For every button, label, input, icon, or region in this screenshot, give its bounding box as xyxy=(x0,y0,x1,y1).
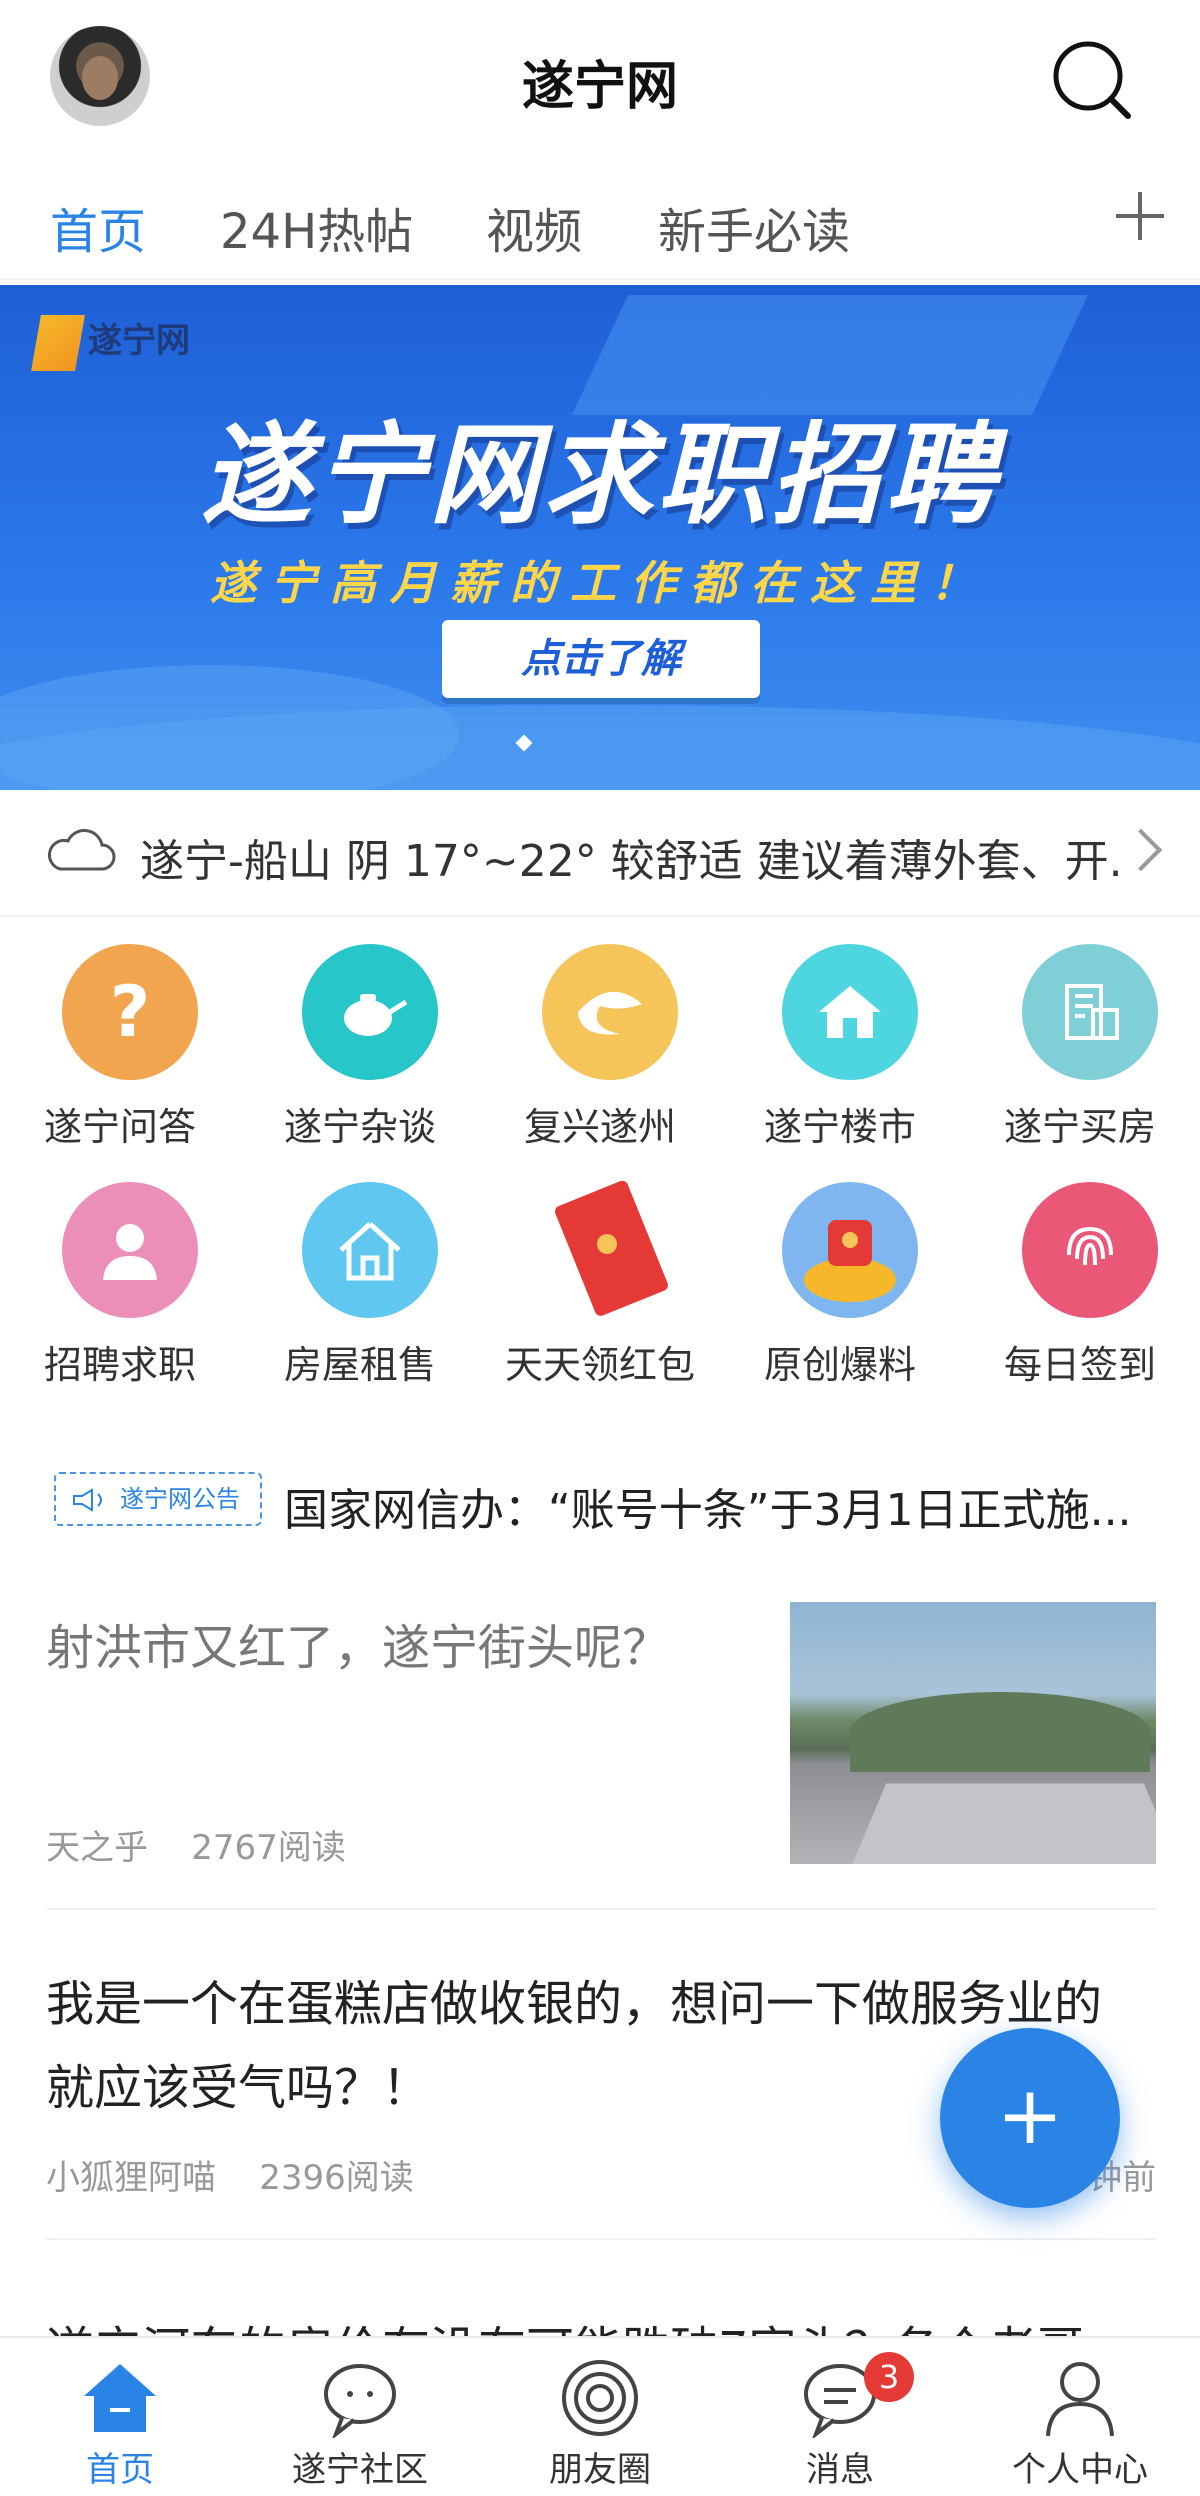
grid-item-red-envelope[interactable]: 天天领红包 xyxy=(490,1168,710,1388)
weather-bar[interactable]: 遂宁-船山 阴 17°~22° 较舒适 建议着薄外套、开... xyxy=(0,795,1200,917)
grid-item-label: 复兴遂州 xyxy=(523,1105,676,1149)
compose-fab-button[interactable]: + xyxy=(940,2028,1120,2208)
grid-item-jobs[interactable]: 招聘求职 xyxy=(10,1168,230,1388)
flag-glyph xyxy=(578,991,642,1035)
feed-item-meta: 小狐狸阿喵 2396阅读 xyxy=(46,2150,414,2199)
grid-item-label: 遂宁杂谈 xyxy=(283,1105,436,1149)
red-envelope-icon xyxy=(542,1180,678,1318)
plus-icon[interactable] xyxy=(1112,188,1168,244)
grid-item-label: 天天领红包 xyxy=(504,1343,695,1387)
fingerprint-glyph xyxy=(1067,1226,1113,1266)
feed-item-author: 小狐狸阿喵 xyxy=(46,2158,216,2198)
grid-item-daily-checkin[interactable]: 每日签到 xyxy=(970,1168,1190,1388)
flag-icon xyxy=(542,944,678,1080)
category-grid: ? 遂宁问答 遂宁杂谈 复兴遂州 遂宁楼市 遂宁买房 招聘求职 房屋租售 天天领… xyxy=(0,930,1200,1400)
grid-item-qa[interactable]: ? 遂宁问答 xyxy=(10,930,230,1150)
grid-item-property[interactable]: 遂宁楼市 xyxy=(730,930,950,1150)
banner-subtitle: 遂宁高月薪的工作都在这里！ xyxy=(210,556,990,610)
chat-bubble-icon xyxy=(324,2364,396,2438)
home-outline-glyph xyxy=(339,1222,401,1281)
app-title: 遂宁网 xyxy=(521,57,678,117)
grid-item-label: 每日签到 xyxy=(1003,1343,1156,1387)
tab-24h-hot[interactable]: 24H热帖 xyxy=(220,192,413,262)
tab-newbie-guide[interactable]: 新手必读 xyxy=(658,192,850,262)
grid-item-buy-house[interactable]: 遂宁买房 xyxy=(970,930,1190,1150)
nav-label: 遂宁社区 xyxy=(292,2450,428,2490)
user-icon xyxy=(1046,2362,1114,2437)
home-icon xyxy=(84,2364,156,2432)
unread-badge: 3 xyxy=(864,2352,914,2402)
tab-home[interactable]: 首页 xyxy=(50,192,146,262)
building-icon xyxy=(1022,944,1158,1080)
tab-bar: 首页 24H热帖 视频 新手必读 xyxy=(0,170,1200,280)
feed-item-author: 天之乎 xyxy=(46,1828,148,1868)
circles-icon xyxy=(562,2360,638,2436)
home-outline-icon xyxy=(302,1182,438,1318)
bottom-nav: 首页 遂宁社区 朋友圈 3 消息 个人中心 xyxy=(0,2336,1200,2496)
grid-item-rental[interactable]: 房屋租售 xyxy=(250,1168,470,1388)
feed-item-reads: 2396阅读 xyxy=(259,2158,414,2198)
banner-learn-more-button[interactable]: 点击了解 xyxy=(442,620,760,698)
fingerprint-icon xyxy=(1022,1182,1158,1318)
feed-item-title: 射洪市又红了，遂宁街头呢？ xyxy=(46,1620,671,1676)
nav-community[interactable]: 遂宁社区 xyxy=(240,2338,480,2496)
question-icon: ? xyxy=(62,944,198,1080)
banner-title: 遂宁网求职招聘 xyxy=(201,411,999,539)
nav-profile[interactable]: 个人中心 xyxy=(960,2338,1200,2496)
nav-home[interactable]: 首页 xyxy=(0,2338,240,2496)
banner-logo-text: 遂宁网 xyxy=(88,321,190,361)
cloud-icon xyxy=(47,829,116,871)
building-glyph xyxy=(1065,984,1119,1040)
grid-item-label: 遂宁楼市 xyxy=(763,1105,916,1149)
teapot-icon xyxy=(302,944,438,1080)
announcement-badge-label: 遂宁网公告 xyxy=(120,1485,240,1513)
feed-item-meta: 天之乎 2767阅读 xyxy=(46,1820,346,1869)
announcement-bar[interactable]: 遂宁网公告 国家网信办：“账号十条”于3月1日正式施... xyxy=(0,1460,1200,1540)
search-icon[interactable] xyxy=(1048,36,1138,126)
grid-item-revival[interactable]: 复兴遂州 xyxy=(490,930,710,1150)
announcement-badge: 遂宁网公告 xyxy=(54,1472,262,1526)
house-icon xyxy=(782,944,918,1080)
top-header: 遂宁网 xyxy=(0,0,1200,160)
nav-label: 消息 xyxy=(806,2450,874,2490)
grid-item-label: 房屋租售 xyxy=(283,1343,436,1387)
chevron-right-icon xyxy=(1119,828,1163,872)
person-glyph xyxy=(103,1224,157,1280)
person-icon xyxy=(62,1182,198,1318)
treasure-glyph xyxy=(804,1220,896,1302)
speaker-icon xyxy=(73,1488,102,1512)
weather-text: 遂宁-船山 阴 17°~22° 较舒适 建议着薄外套、开... xyxy=(140,836,1120,887)
grid-item-label: 遂宁问答 xyxy=(43,1105,196,1149)
thumbnail-road xyxy=(849,1783,1156,1864)
grid-item-label: 原创爆料 xyxy=(763,1343,916,1387)
nav-label: 个人中心 xyxy=(1012,2450,1148,2490)
banner-logo: 遂宁网 xyxy=(31,313,190,371)
feed-item-thumbnail xyxy=(790,1602,1156,1864)
logo-mark-icon xyxy=(31,314,85,371)
grid-item-label: 招聘求职 xyxy=(43,1343,196,1387)
feed-item[interactable]: 射洪市又红了，遂宁街头呢？ 天之乎 2767阅读 xyxy=(46,1600,1156,1910)
house-glyph xyxy=(819,986,881,1038)
banner-ad[interactable]: 遂宁网 遂宁网求职招聘 遂宁高月薪的工作都在这里！ 点击了解 xyxy=(0,285,1200,790)
nav-label: 首页 xyxy=(86,2450,154,2490)
teapot-glyph xyxy=(344,994,408,1036)
thumbnail-mountain xyxy=(850,1692,1150,1772)
nav-messages[interactable]: 3 消息 xyxy=(720,2338,960,2496)
red-envelope-glyph xyxy=(555,1180,668,1316)
tab-video[interactable]: 视频 xyxy=(486,192,582,262)
grid-item-original-news[interactable]: 原创爆料 xyxy=(730,1168,950,1388)
treasure-icon xyxy=(782,1182,918,1318)
feed-item-reads: 2767阅读 xyxy=(191,1828,346,1868)
nav-label: 朋友圈 xyxy=(549,2450,651,2490)
grid-item-label: 遂宁买房 xyxy=(1003,1105,1156,1149)
grid-item-chat[interactable]: 遂宁杂谈 xyxy=(250,930,470,1150)
nav-moments[interactable]: 朋友圈 xyxy=(480,2338,720,2496)
announcement-text: 国家网信办：“账号十条”于3月1日正式施... xyxy=(284,1485,1132,1536)
